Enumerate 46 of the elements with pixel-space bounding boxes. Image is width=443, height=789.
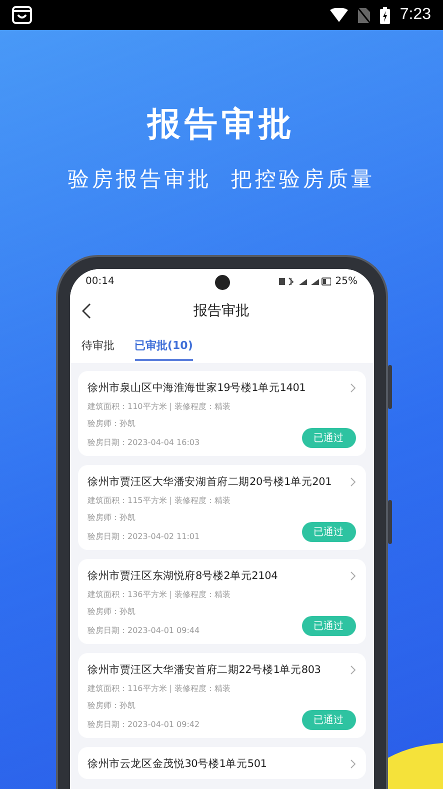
report-card[interactable]: 徐州市贾汪区大华潘安湖首府二期20号楼1单元201 建筑面积：115平方米 | 装修程度：精装 验房师：孙凯 验房日期：2023-04-02 11:01 已通过: [78, 465, 366, 550]
camera-hole: [214, 275, 230, 290]
chevron-right-icon: [350, 665, 356, 675]
hero-title: 报告审批: [148, 103, 296, 145]
tab[interactable]: 待审批: [82, 332, 114, 360]
report-address: 徐州市贾汪区大华潘安首府二期22号楼1单元803: [88, 663, 321, 677]
report-details: 建筑面积：116平方米 | 装修程度：精装: [88, 683, 232, 694]
inspector-name: 验房师：孙凯: [88, 606, 136, 617]
status-badge: 已通过: [302, 616, 356, 636]
no-sim-icon: [358, 8, 370, 22]
status-badge: 已通过: [302, 428, 356, 448]
inspection-date: 验房日期：2023-04-01 09:44: [88, 625, 200, 636]
shopping-bag-icon: [12, 6, 32, 24]
report-address: 徐州市贾汪区东湖悦府8号楼2单元2104: [88, 569, 278, 583]
report-details: 建筑面积：136平方米 | 装修程度：精装: [88, 589, 232, 600]
chevron-right-icon: [350, 571, 356, 581]
status-badge: 已通过: [302, 522, 356, 542]
report-card[interactable]: 徐州市云龙区金茂悦30号楼1单元501: [78, 747, 366, 779]
tab[interactable]: 已审批(10): [134, 332, 193, 360]
phone-clock: 00:14: [86, 276, 114, 286]
report-card[interactable]: 徐州市贾汪区大华潘安首府二期22号楼1单元803 建筑面积：116平方米 | 装修程度：精装 验房师：孙凯 验房日期：2023-04-01 09:42 已通过: [78, 653, 366, 738]
report-address: 徐州市贾汪区大华潘安湖首府二期20号楼1单元201: [88, 475, 332, 489]
report-card[interactable]: 徐州市贾汪区东湖悦府8号楼2单元2104 建筑面积：136平方米 | 装修程度：精装 验房师：孙凯 验房日期：2023-04-01 09:44 已通过: [78, 559, 366, 644]
battery-percent: 25%: [335, 276, 358, 286]
clock-time: 7:23: [400, 6, 431, 24]
inspector-name: 验房师：孙凯: [88, 700, 136, 711]
wifi-icon: [330, 8, 348, 22]
report-details: 建筑面积：115平方米 | 装修程度：精装: [88, 495, 232, 506]
inspection-date: 验房日期：2023-04-02 11:01: [88, 531, 200, 542]
inspection-date: 验房日期：2023-04-04 16:03: [88, 437, 200, 448]
battery-charging-icon: [380, 6, 390, 24]
report-details: 建筑面积：110平方米 | 装修程度：精装: [88, 401, 232, 412]
inspection-date: 验房日期：2023-04-01 09:42: [88, 719, 200, 730]
inspector-name: 验房师：孙凯: [88, 418, 136, 429]
report-address: 徐州市泉山区中海淮海世家19号楼1单元1401: [88, 381, 306, 395]
chevron-right-icon: [350, 383, 356, 393]
inspector-name: 验房师：孙凯: [88, 512, 136, 523]
back-icon[interactable]: [82, 303, 90, 319]
chevron-right-icon: [350, 477, 356, 487]
screen-title: 报告审批: [194, 302, 250, 320]
signal-icons-drawing: [279, 276, 332, 286]
status-badge: 已通过: [302, 710, 356, 730]
chevron-right-icon: [350, 759, 356, 769]
report-card[interactable]: 徐州市泉山区中海淮海世家19号楼1单元1401 建筑面积：110平方米 | 装修程度：精装 验房师：孙凯 验房日期：2023-04-04 16:03 已通过: [78, 371, 366, 456]
hero-subtitle: 验房报告审批 把控验房质量: [68, 166, 376, 193]
report-address: 徐州市云龙区金茂悦30号楼1单元501: [88, 757, 267, 771]
